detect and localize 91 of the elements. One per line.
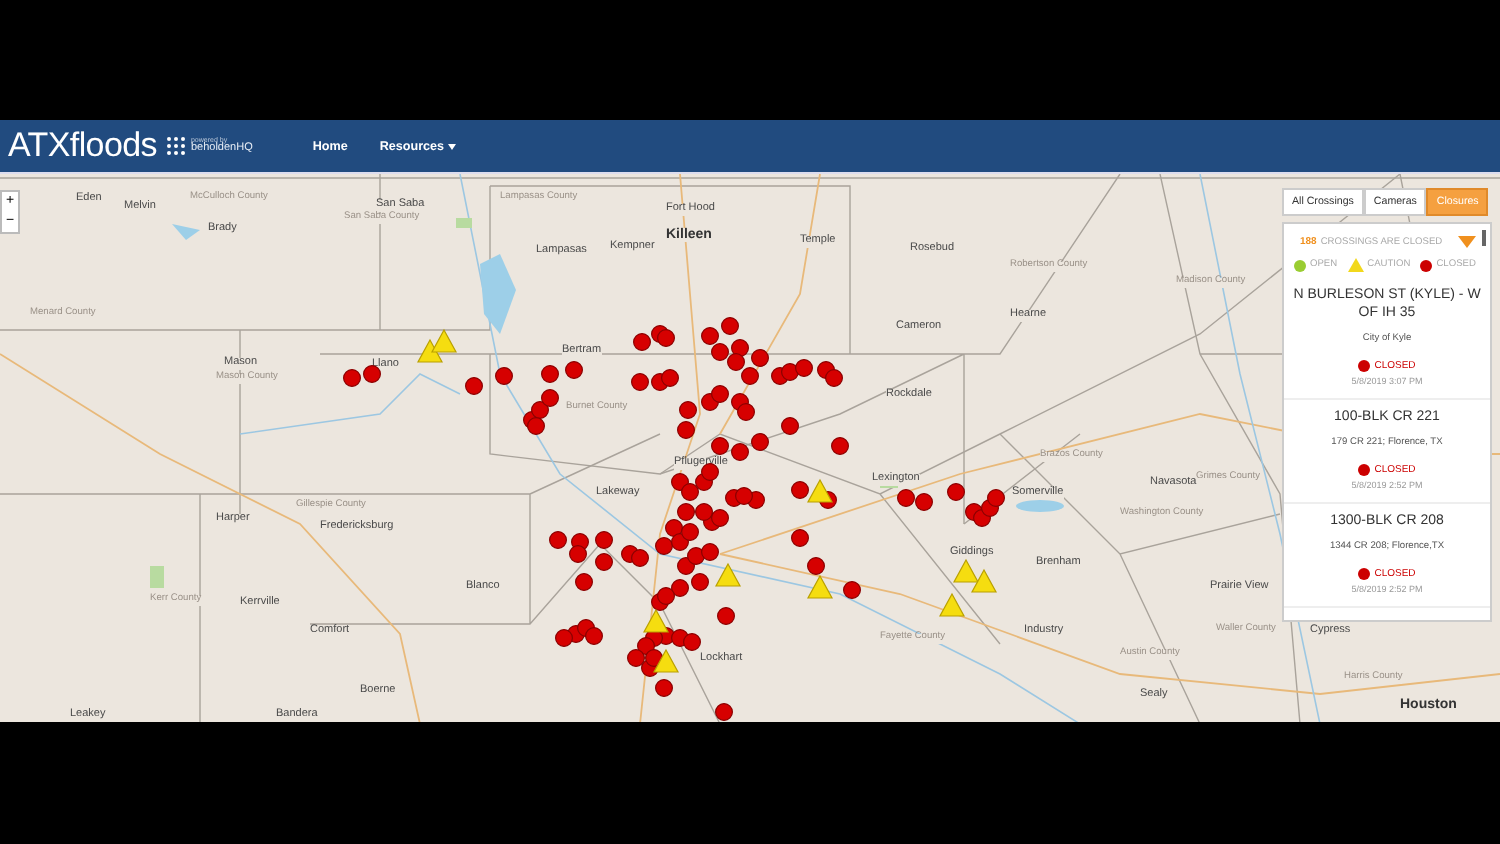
closed-marker[interactable] [655,537,673,555]
closed-marker[interactable] [531,401,549,419]
closed-marker[interactable] [715,703,733,721]
closed-marker[interactable] [717,607,735,625]
closed-marker[interactable] [555,629,573,647]
closed-marker[interactable] [731,443,749,461]
closed-marker[interactable] [527,417,545,435]
caution-marker[interactable] [807,574,833,599]
closed-marker[interactable] [791,481,809,499]
closed-marker[interactable] [343,369,361,387]
closed-marker[interactable] [631,373,649,391]
caution-marker[interactable] [417,338,443,363]
closed-marker[interactable] [569,545,587,563]
brand-logo[interactable]: ATXfloods [8,126,157,166]
closed-marker[interactable] [897,489,915,507]
park-area [150,566,164,588]
closed-marker[interactable] [665,519,683,537]
closed-marker[interactable] [701,463,719,481]
closed-marker[interactable] [843,581,861,599]
map[interactable] [0,174,1500,722]
closed-marker[interactable] [691,573,709,591]
lake-shape [172,224,200,240]
closed-marker[interactable] [735,487,753,505]
closed-marker[interactable] [541,365,559,383]
closed-marker[interactable] [711,437,729,455]
closed-marker[interactable] [627,649,645,667]
closed-marker[interactable] [575,573,593,591]
closed-marker[interactable] [679,401,697,419]
caution-marker[interactable] [431,328,457,353]
scrollbar[interactable] [1482,230,1486,246]
caution-marker[interactable] [971,568,997,593]
lake-shape [1016,500,1064,512]
closed-marker[interactable] [915,493,933,511]
closed-marker[interactable] [681,523,699,541]
closed-marker[interactable] [711,385,729,403]
closed-marker[interactable] [727,353,745,371]
closed-marker[interactable] [671,579,689,597]
status-dot [1358,360,1371,373]
closed-marker[interactable] [721,317,739,335]
closed-marker[interactable] [549,531,567,549]
park-area [456,218,472,228]
status-dot [1358,568,1371,581]
closed-marker[interactable] [831,437,849,455]
closed-marker[interactable] [711,343,729,361]
closed-marker[interactable] [565,361,583,379]
caution-marker[interactable] [643,608,669,633]
caution-marker[interactable] [715,562,741,587]
closed-marker[interactable] [465,377,483,395]
closed-marker[interactable] [781,363,799,381]
closed-marker[interactable] [947,483,965,501]
closed-marker[interactable] [795,359,813,377]
closed-marker[interactable] [595,553,613,571]
closed-marker[interactable] [737,403,755,421]
closed-marker[interactable] [677,503,695,521]
closed-marker[interactable] [595,531,613,549]
closed-marker[interactable] [701,327,719,345]
closed-marker[interactable] [657,329,675,347]
closed-marker[interactable] [655,679,673,697]
closed-marker[interactable] [657,587,675,605]
status-dot [1358,464,1371,477]
caution-marker[interactable] [953,558,979,583]
closed-marker[interactable] [695,503,713,521]
closed-marker[interactable] [741,367,759,385]
closed-marker[interactable] [645,649,663,667]
caution-marker[interactable] [939,592,965,617]
closed-marker[interactable] [791,529,809,547]
caution-marker[interactable] [807,478,833,503]
dot-grid-icon [166,136,187,156]
closed-marker[interactable] [825,369,843,387]
closed-marker[interactable] [987,489,1005,507]
closed-marker[interactable] [681,483,699,501]
closed-marker[interactable] [683,633,701,651]
closed-marker[interactable] [731,339,749,357]
closed-marker[interactable] [633,333,651,351]
closed-marker[interactable] [751,349,769,367]
closed-marker[interactable] [807,557,825,575]
closed-marker[interactable] [781,417,799,435]
closed-marker[interactable] [631,549,649,567]
closed-marker[interactable] [751,433,769,451]
caution-marker[interactable] [653,648,679,673]
closed-marker[interactable] [363,365,381,383]
closed-marker[interactable] [661,369,679,387]
closed-marker[interactable] [711,509,729,527]
closed-marker[interactable] [495,367,513,385]
closed-marker[interactable] [541,389,559,407]
closed-marker[interactable] [701,543,719,561]
closed-marker[interactable] [585,627,603,645]
caret-icon [448,143,457,149]
lake-shape [480,254,516,334]
closed-marker[interactable] [677,421,695,439]
closed-marker[interactable] [687,547,705,565]
